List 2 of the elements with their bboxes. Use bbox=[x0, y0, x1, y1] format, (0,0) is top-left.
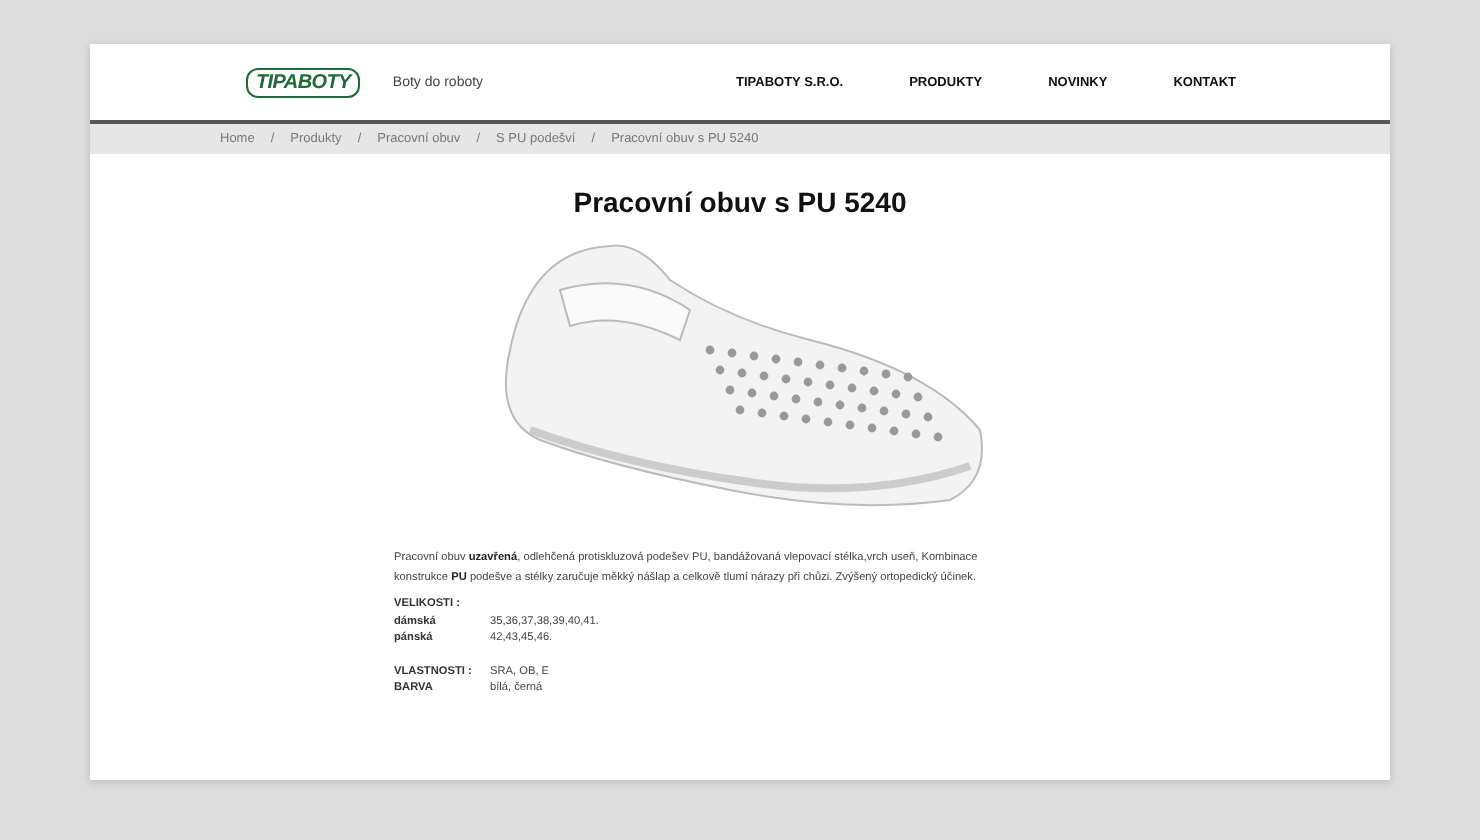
logo[interactable]: TIPABOTY bbox=[246, 67, 361, 97]
product-title: Pracovní obuv s PU 5240 bbox=[571, 186, 909, 218]
